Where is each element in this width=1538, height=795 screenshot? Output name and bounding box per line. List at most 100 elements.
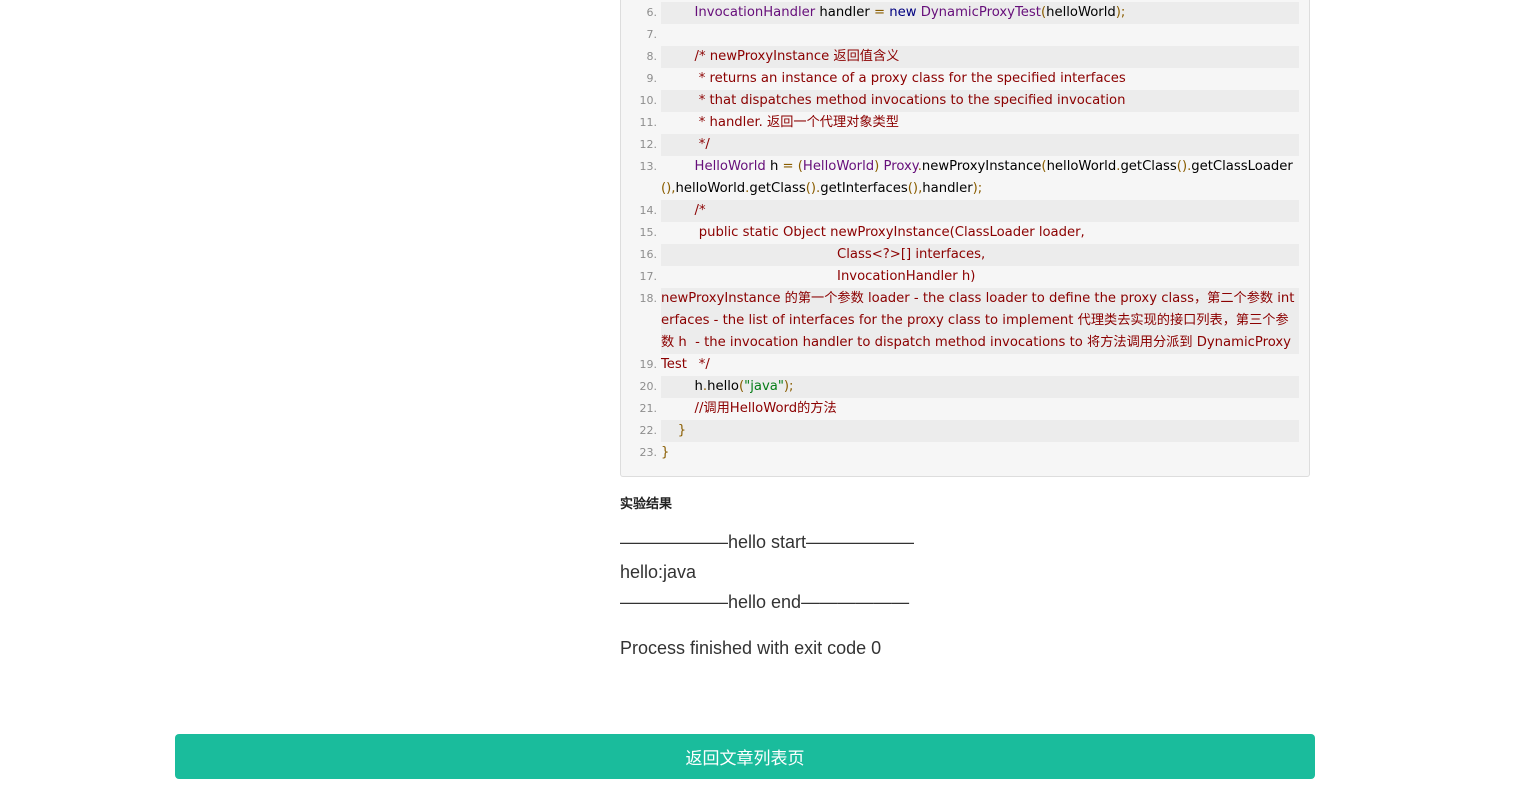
code-text: /* bbox=[661, 200, 1299, 222]
code-token: = bbox=[873, 5, 886, 20]
line-number: 13. bbox=[639, 160, 658, 173]
line-number: 22. bbox=[639, 424, 658, 437]
line-number: 23. bbox=[639, 446, 658, 459]
code-token: */ bbox=[661, 357, 710, 372]
code-line: 16. Class<?>[] interfaces, bbox=[621, 244, 1299, 266]
code-text: */ bbox=[661, 134, 1299, 156]
code-token: helloWorld bbox=[675, 181, 746, 196]
code-token: Proxy bbox=[883, 159, 918, 174]
code-token: (). bbox=[805, 181, 821, 196]
line-number: 20. bbox=[639, 380, 658, 393]
code-token: InvocationHandler h) bbox=[661, 269, 976, 284]
code-token: getInterfaces bbox=[820, 181, 908, 196]
code-token: * returns an instance of a proxy class f… bbox=[661, 71, 1126, 86]
code-token: = ( bbox=[782, 159, 803, 174]
line-number: 19. bbox=[639, 358, 658, 371]
code-token: public static Object newProxyInstance(Cl… bbox=[661, 225, 1085, 240]
line-number: 9. bbox=[646, 72, 658, 85]
code-line: 14. /* bbox=[621, 200, 1299, 222]
code-token: ); bbox=[972, 181, 983, 196]
result-output-line: ——————hello end—————— bbox=[620, 592, 910, 612]
code-text: public static Object newProxyInstance(Cl… bbox=[661, 222, 1299, 244]
code-line: 6. InvocationHandler handler = new Dynam… bbox=[621, 2, 1299, 24]
result-output-line: ——————hello start—————— bbox=[620, 532, 915, 552]
code-line: 19. */ bbox=[621, 354, 1299, 376]
code-token: handler bbox=[815, 5, 874, 20]
code-token: new bbox=[889, 5, 917, 20]
code-token: ); bbox=[783, 379, 794, 394]
line-number: 7. bbox=[646, 28, 658, 41]
code-token: /* newProxyInstance 返回值含义 bbox=[661, 49, 900, 64]
code-token: DynamicProxyTest bbox=[920, 5, 1041, 20]
code-text: } bbox=[661, 442, 1299, 464]
code-token: getClass bbox=[1120, 159, 1177, 174]
code-text: //调用HelloWord的方法 bbox=[661, 398, 1299, 420]
code-token: helloWorld bbox=[1046, 159, 1117, 174]
line-number: 12. bbox=[639, 138, 658, 151]
code-text: InvocationHandler handler = new DynamicP… bbox=[661, 2, 1299, 24]
code-token: //调用HelloWord的方法 bbox=[661, 401, 837, 416]
code-text: InvocationHandler h) bbox=[661, 266, 1299, 288]
code-line: 12. */ bbox=[621, 134, 1299, 156]
line-number: 15. bbox=[639, 226, 658, 239]
code-token: getClassLoader bbox=[1191, 159, 1293, 174]
code-text: Class<?>[] interfaces, bbox=[661, 244, 1299, 266]
code-token: } bbox=[661, 445, 670, 460]
code-line: 13. HelloWorld h = (HelloWorld) Proxy.ne… bbox=[621, 156, 1299, 200]
code-token: (), bbox=[661, 181, 676, 196]
code-line: 8. /* newProxyInstance 返回值含义 bbox=[621, 46, 1299, 68]
code-token: InvocationHandler bbox=[694, 5, 816, 20]
code-line: 11. * handler. 返回一个代理对象类型 bbox=[621, 112, 1299, 134]
code-token: * handler. 返回一个代理对象类型 bbox=[661, 115, 899, 130]
code-text: HelloWorld h = (HelloWorld) Proxy.newPro… bbox=[661, 156, 1299, 200]
code-token: hello bbox=[707, 379, 739, 394]
code-token: */ bbox=[661, 137, 710, 152]
code-token: (). bbox=[1176, 159, 1192, 174]
code-text: h.hello("java"); bbox=[661, 376, 1299, 398]
line-number: 8. bbox=[646, 50, 658, 63]
result-output-line: hello:java bbox=[620, 562, 697, 582]
line-number: 6. bbox=[646, 6, 658, 19]
code-text: * that dispatches method invocations to … bbox=[661, 90, 1299, 112]
code-line: 20. h.hello("java"); bbox=[621, 376, 1299, 398]
code-token: HelloWorld bbox=[694, 159, 766, 174]
code-token: h bbox=[661, 379, 703, 394]
code-text: * handler. 返回一个代理对象类型 bbox=[661, 112, 1299, 134]
result-output-line: Process finished with exit code 0 bbox=[620, 638, 882, 658]
line-number: 16. bbox=[639, 248, 658, 261]
line-number: 10. bbox=[639, 94, 658, 107]
code-line: 7. bbox=[621, 24, 1299, 46]
code-line: 18. newProxyInstance 的第一个参数 loader - the … bbox=[621, 288, 1299, 372]
code-text: } bbox=[661, 420, 1299, 442]
code-text: /* newProxyInstance 返回值含义 bbox=[661, 46, 1299, 68]
code-token: * that dispatches method invocations to … bbox=[661, 93, 1126, 108]
code-token: h bbox=[765, 159, 783, 174]
code-text: * returns an instance of a proxy class f… bbox=[661, 68, 1299, 90]
code-line: 17. InvocationHandler h) bbox=[621, 266, 1299, 288]
code-token: Class<?>[] interfaces, bbox=[661, 247, 986, 262]
code-token: (), bbox=[907, 181, 923, 196]
code-text: */ bbox=[661, 354, 1299, 376]
code-token: } bbox=[677, 423, 687, 438]
code-token: "java" bbox=[744, 379, 784, 394]
code-line: 15. public static Object newProxyInstanc… bbox=[621, 222, 1299, 244]
line-number: 14. bbox=[639, 204, 658, 217]
result-heading: 实验结果 bbox=[620, 497, 673, 512]
line-number: 18. bbox=[639, 292, 658, 305]
code-token: helloWorld bbox=[1046, 5, 1116, 20]
code-line: 9. * returns an instance of a proxy clas… bbox=[621, 68, 1299, 90]
code-token: ); bbox=[1115, 5, 1126, 20]
code-text: newProxyInstance 的第一个参数 loader - the cla… bbox=[661, 288, 1299, 372]
code-line: 21. //调用HelloWord的方法 bbox=[621, 398, 1299, 420]
line-number: 17. bbox=[639, 270, 658, 283]
code-token: newProxyInstance bbox=[921, 159, 1042, 174]
code-token: handler bbox=[922, 181, 973, 196]
code-token: HelloWorld bbox=[802, 159, 875, 174]
back-to-article-list-button[interactable]: 返回文章列表页 bbox=[175, 734, 1315, 779]
code-block: 6. InvocationHandler handler = new Dynam… bbox=[620, 0, 1310, 477]
code-line: 22. } bbox=[621, 420, 1299, 442]
code-token: getClass bbox=[749, 181, 806, 196]
